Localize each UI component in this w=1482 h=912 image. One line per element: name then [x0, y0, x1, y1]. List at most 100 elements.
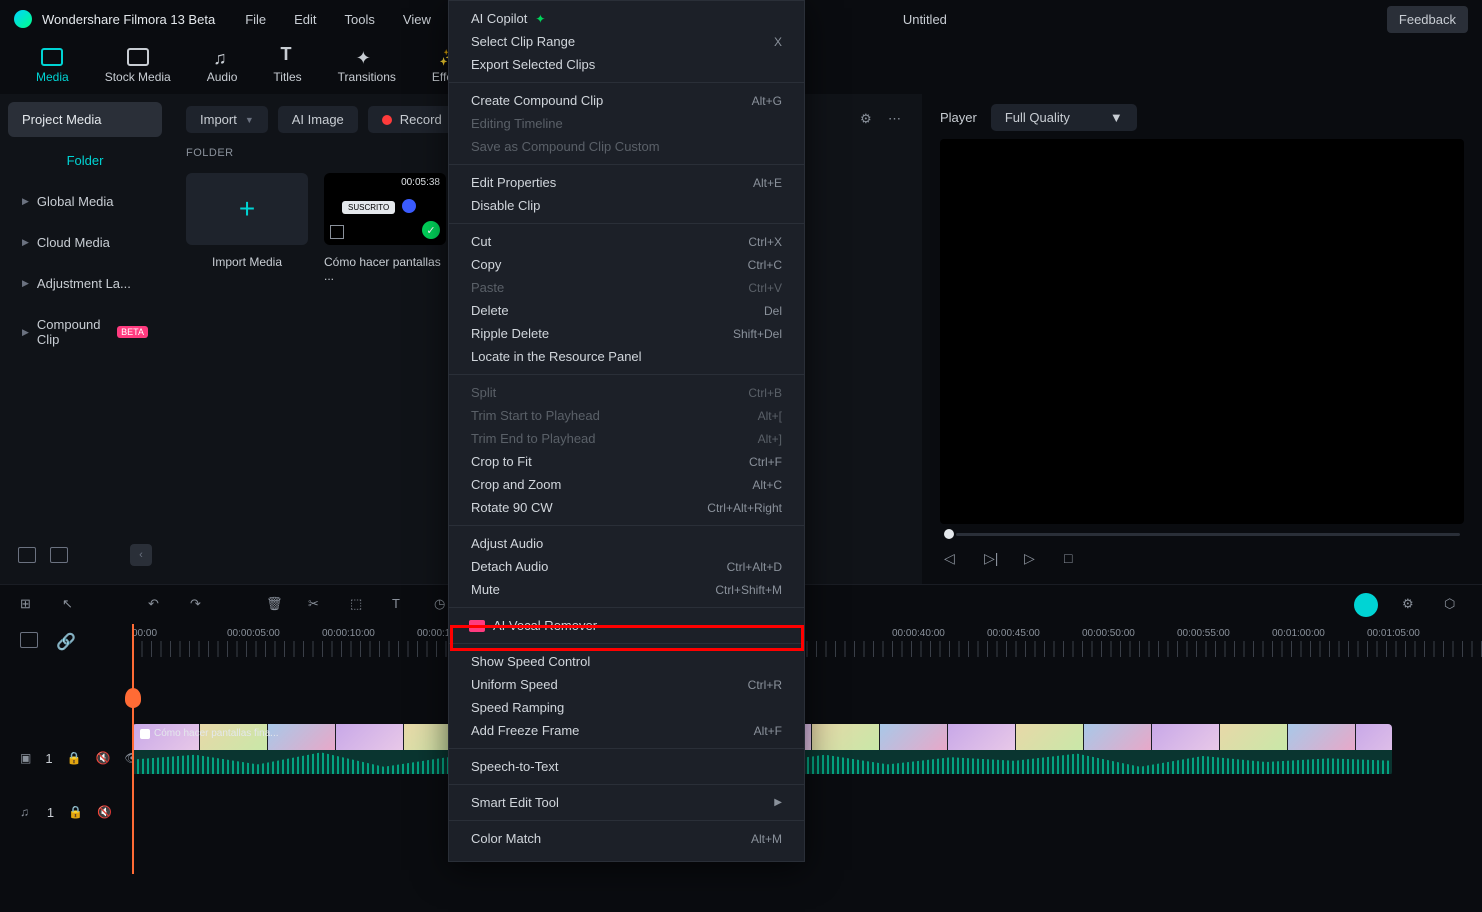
- context-menu-item-color-match[interactable]: Color MatchAlt+M: [449, 827, 804, 850]
- sidebar-adjustment-layer[interactable]: ▶ Adjustment La...: [8, 266, 162, 301]
- context-menu-item-crop-and-zoom[interactable]: Crop and ZoomAlt+C: [449, 473, 804, 496]
- sidebar-folder[interactable]: Folder: [8, 143, 162, 178]
- context-menu-item-show-speed-control[interactable]: Show Speed Control: [449, 650, 804, 673]
- sidebar-compound-clip[interactable]: ▶ Compound Clip BETA: [8, 307, 162, 357]
- collapse-sidebar-button[interactable]: ‹: [130, 544, 152, 566]
- context-menu-item-export-selected-clips[interactable]: Export Selected Clips: [449, 53, 804, 76]
- audio-track-content[interactable]: [132, 790, 1482, 834]
- tab-audio[interactable]: Audio: [207, 48, 238, 84]
- crop-button[interactable]: ⬚: [350, 596, 368, 614]
- caret-icon: ▶: [22, 196, 29, 207]
- filter-icon[interactable]: ⚙: [860, 111, 878, 129]
- step-forward-button[interactable]: ▷|: [984, 550, 1002, 568]
- text-button[interactable]: T: [392, 596, 410, 614]
- playhead-handle-icon[interactable]: [125, 688, 141, 708]
- ai-image-button[interactable]: AI Image: [278, 106, 358, 133]
- video-track-icon[interactable]: ▣: [20, 751, 31, 765]
- scrub-handle-icon[interactable]: [944, 529, 954, 539]
- more-icon[interactable]: ⋯: [888, 111, 906, 129]
- sidebar-global-media[interactable]: ▶ Global Media: [8, 184, 162, 219]
- app-logo-icon: [14, 10, 32, 28]
- sidebar-cloud-media[interactable]: ▶ Cloud Media: [8, 225, 162, 260]
- context-menu-shortcut: Alt+[: [758, 409, 782, 423]
- lock-icon[interactable]: 🔒: [67, 751, 82, 765]
- menu-tools[interactable]: Tools: [345, 12, 375, 27]
- menu-file[interactable]: File: [245, 12, 266, 27]
- grid-icon[interactable]: ⊞: [20, 596, 38, 614]
- ruler-timestamp: 00:00:40:00: [892, 628, 987, 639]
- context-menu-item-crop-to-fit[interactable]: Crop to FitCtrl+F: [449, 450, 804, 473]
- track-options-icon[interactable]: [20, 632, 38, 648]
- player-canvas[interactable]: [940, 139, 1464, 524]
- ai-image-label: AI Image: [292, 112, 344, 127]
- context-menu-item-copy[interactable]: CopyCtrl+C: [449, 253, 804, 276]
- context-menu-item-edit-properties[interactable]: Edit PropertiesAlt+E: [449, 171, 804, 194]
- context-menu-label: Disable Clip: [471, 198, 540, 213]
- undo-button[interactable]: ↶: [148, 596, 166, 614]
- clip-title-overlay: Cómo hacer pantallas fina...: [140, 728, 279, 739]
- menu-view[interactable]: View: [403, 12, 431, 27]
- tab-transitions[interactable]: Transitions: [338, 48, 396, 84]
- timeline-ruler[interactable]: 00:0000:00:05:0000:00:10:0000:00:15:0000…: [132, 624, 1482, 666]
- split-button[interactable]: ✂: [308, 596, 326, 614]
- context-menu-item-ai-copilot[interactable]: AI Copilot✦: [449, 7, 804, 30]
- context-menu-item-rotate-90-cw[interactable]: Rotate 90 CWCtrl+Alt+Right: [449, 496, 804, 519]
- clip-thumbnail: 00:05:38 SUSCRITO ✓: [324, 173, 446, 245]
- redo-button[interactable]: ↷: [190, 596, 208, 614]
- context-menu-item-disable-clip[interactable]: Disable Clip: [449, 194, 804, 217]
- context-menu-item-speed-ramping[interactable]: Speed Ramping: [449, 696, 804, 719]
- context-menu-item-smart-edit-tool[interactable]: Smart Edit Tool▶: [449, 791, 804, 814]
- context-menu-item-add-freeze-frame[interactable]: Add Freeze FrameAlt+F: [449, 719, 804, 742]
- context-menu-item-select-clip-range[interactable]: Select Clip RangeX: [449, 30, 804, 53]
- context-menu-label: Add Freeze Frame: [471, 723, 579, 738]
- pointer-icon[interactable]: ↖: [62, 596, 80, 614]
- context-menu-item-ai-vocal-remover[interactable]: AI Vocal Remover: [449, 614, 804, 637]
- sidebar-project-media[interactable]: Project Media: [8, 102, 162, 137]
- ai-assistant-icon[interactable]: [1354, 593, 1378, 617]
- playhead[interactable]: [132, 624, 134, 874]
- document-title: Untitled: [903, 12, 947, 27]
- import-media-label: Import Media: [212, 255, 282, 269]
- context-menu-item-locate-in-the-resource-panel[interactable]: Locate in the Resource Panel: [449, 345, 804, 368]
- context-menu-item-detach-audio[interactable]: Detach AudioCtrl+Alt+D: [449, 555, 804, 578]
- import-media-tile[interactable]: + Import Media: [186, 173, 308, 283]
- settings-icon[interactable]: ⚙: [1402, 596, 1420, 614]
- context-menu-item-mute[interactable]: MuteCtrl+Shift+M: [449, 578, 804, 601]
- context-menu-item-adjust-audio[interactable]: Adjust Audio: [449, 532, 804, 555]
- quality-dropdown[interactable]: Full Quality ▼: [991, 104, 1137, 131]
- caret-icon: ▶: [22, 278, 29, 289]
- folder-icon[interactable]: [50, 547, 68, 563]
- context-menu-item-create-compound-clip[interactable]: Create Compound ClipAlt+G: [449, 89, 804, 112]
- ruler-timestamp: 00:00: [132, 628, 227, 639]
- player-scrubber[interactable]: [940, 524, 1464, 544]
- import-dropdown[interactable]: Import ▼: [186, 106, 268, 133]
- media-clip-tile[interactable]: 00:05:38 SUSCRITO ✓ Cómo hacer pantallas…: [324, 173, 446, 283]
- context-menu-item-delete[interactable]: DeleteDel: [449, 299, 804, 322]
- library-sidebar: Project Media Folder ▶ Global Media ▶ Cl…: [0, 94, 170, 584]
- prev-frame-button[interactable]: ◁: [944, 550, 962, 568]
- context-menu-item-ripple-delete[interactable]: Ripple DeleteShift+Del: [449, 322, 804, 345]
- context-menu-label: Locate in the Resource Panel: [471, 349, 642, 364]
- context-menu-item-speech-to-text[interactable]: Speech-to-Text: [449, 755, 804, 778]
- feedback-button[interactable]: Feedback: [1387, 6, 1468, 33]
- stop-button[interactable]: □: [1064, 550, 1082, 568]
- menu-edit[interactable]: Edit: [294, 12, 316, 27]
- audio-track-head: ♫ 1 🔒 🔇: [0, 805, 132, 820]
- mute-icon[interactable]: 🔇: [97, 805, 112, 819]
- marker-icon[interactable]: ⬡: [1444, 596, 1462, 614]
- play-button[interactable]: ▷: [1024, 550, 1042, 568]
- tab-media[interactable]: Media: [36, 48, 69, 84]
- aspect-icon: [330, 225, 344, 239]
- lock-icon[interactable]: 🔒: [68, 805, 83, 819]
- folder-add-icon[interactable]: [18, 547, 36, 563]
- link-icon[interactable]: 🔗: [56, 632, 76, 652]
- context-menu-item-uniform-speed[interactable]: Uniform SpeedCtrl+R: [449, 673, 804, 696]
- delete-button[interactable]: 🗑: [266, 596, 284, 614]
- context-menu-item-cut[interactable]: CutCtrl+X: [449, 230, 804, 253]
- beta-badge: BETA: [117, 326, 148, 338]
- audio-track-icon[interactable]: ♫: [20, 805, 33, 819]
- video-track-content[interactable]: Cómo hacer pantallas fina...: [132, 736, 1482, 780]
- mute-icon[interactable]: 🔇: [96, 751, 111, 765]
- tab-titles[interactable]: Titles: [273, 48, 301, 84]
- tab-stock-media[interactable]: Stock Media: [105, 48, 171, 84]
